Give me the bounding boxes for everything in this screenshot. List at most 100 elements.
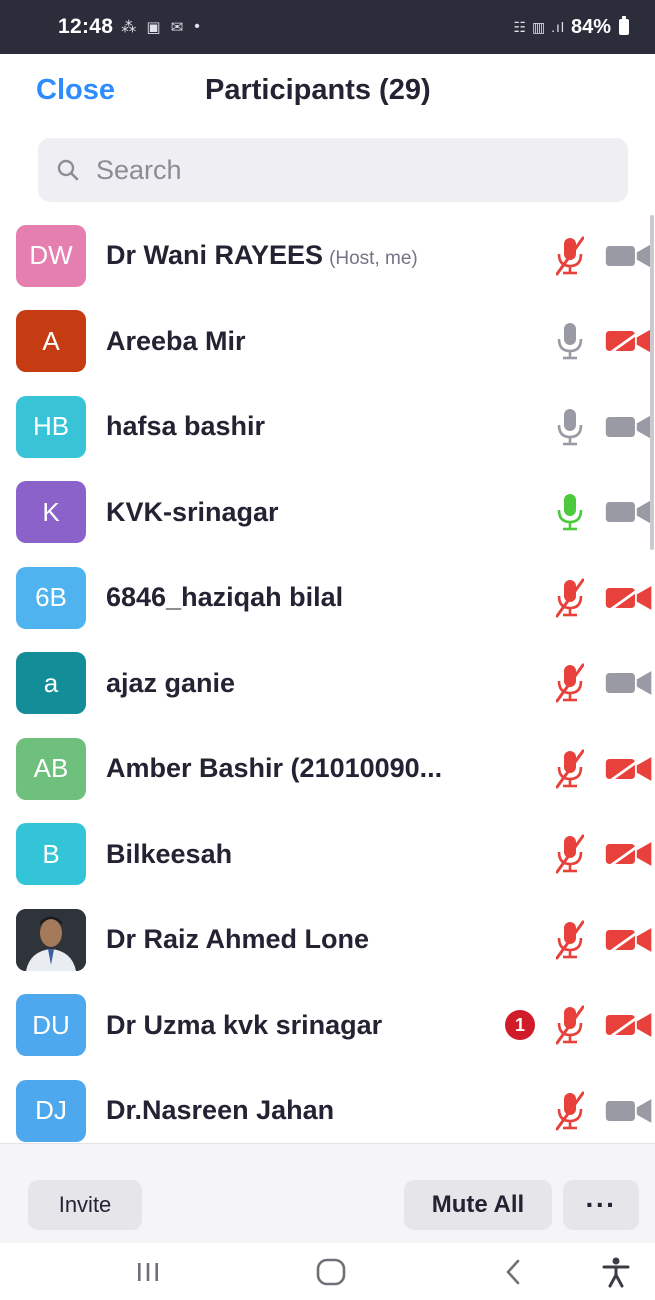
avatar: DW: [16, 224, 86, 287]
participant-row[interactable]: A Areeba Mir: [0, 299, 655, 385]
video-icon[interactable]: [604, 663, 655, 703]
participant-name-text: ajaz ganie: [106, 667, 236, 698]
status-right: ☷ ▥ .ıl 84%: [514, 16, 629, 39]
participant-name-text: Dr Wani RAYEES: [106, 240, 324, 271]
avatar-initials: B: [42, 838, 60, 869]
search-icon: [57, 159, 79, 181]
mic-muted-icon[interactable]: [548, 832, 592, 876]
status-bar: 12:48 ⁂ ▣ ✉ • ☷ ▥ .ıl 84%: [0, 0, 655, 54]
notification-dot: •: [194, 18, 200, 35]
participant-list[interactable]: DW Dr Wani RAYEES (Host, me) A Areeba Mir HB h…: [0, 213, 655, 1143]
participant-name: 6846_haziqah bilal: [106, 582, 343, 613]
video-icon[interactable]: [604, 236, 655, 276]
participant-row[interactable]: B Bilkeesah: [0, 812, 655, 898]
participant-row[interactable]: HB hafsa bashir: [0, 384, 655, 470]
participant-row[interactable]: DU Dr Uzma kvk srinagar 1: [0, 983, 655, 1069]
close-button[interactable]: Close: [36, 74, 115, 107]
video-off-icon[interactable]: [604, 834, 655, 874]
avatar: AB: [16, 737, 86, 800]
video-off-icon[interactable]: [604, 578, 655, 618]
participant-name-text: Dr.Nasreen Jahan: [106, 1095, 335, 1126]
notification-icons: ⁂ ▣ ✉: [121, 19, 187, 36]
avatar: B: [16, 823, 86, 886]
header: Close Participants (29): [0, 54, 655, 130]
unread-badge: 1: [505, 1010, 535, 1041]
participant-name-text: Dr Raiz Ahmed Lone: [106, 924, 370, 955]
back-icon[interactable]: [494, 1257, 534, 1287]
avatar-initials: A: [42, 325, 60, 356]
participant-row[interactable]: AB Amber Bashir (21010090...: [0, 726, 655, 812]
mic-muted-icon[interactable]: [548, 1003, 592, 1047]
more-options-button[interactable]: ···: [563, 1180, 639, 1230]
avatar: DJ: [16, 1079, 86, 1142]
participant-name: Dr Wani RAYEES (Host, me): [106, 240, 418, 271]
battery-icon: [619, 16, 629, 35]
participant-name: Areeba Mir: [106, 326, 246, 357]
avatar: HB: [16, 395, 86, 458]
video-icon[interactable]: [604, 492, 655, 532]
avatar-initials: AB: [33, 753, 69, 784]
participant-name-text: Areeba Mir: [106, 325, 246, 356]
avatar-initials: HB: [32, 411, 70, 442]
mic-muted-icon[interactable]: [548, 576, 592, 620]
participant-row[interactable]: 6B 6846_haziqah bilal: [0, 555, 655, 641]
participant-name: Dr.Nasreen Jahan: [106, 1095, 334, 1126]
participant-name: KVK-srinagar: [106, 497, 279, 528]
participant-name-text: 6846_haziqah bilal: [106, 582, 344, 613]
avatar: 6B: [16, 566, 86, 629]
participant-row[interactable]: K KVK-srinagar: [0, 470, 655, 556]
participant-row[interactable]: DW Dr Wani RAYEES (Host, me): [0, 213, 655, 299]
participant-name-text: Amber Bashir (21010090...: [106, 753, 443, 784]
avatar-initials: K: [42, 496, 60, 527]
system-nav-bar: [0, 1243, 655, 1300]
video-icon[interactable]: [604, 1091, 655, 1131]
avatar-initials: DJ: [35, 1095, 67, 1126]
participant-name: hafsa bashir: [106, 411, 265, 442]
search-bar[interactable]: [38, 138, 628, 202]
video-icon[interactable]: [604, 407, 655, 447]
mic-icon[interactable]: [548, 319, 592, 363]
avatar-initials: a: [43, 667, 59, 698]
mic-muted-icon[interactable]: [548, 234, 592, 278]
video-off-icon[interactable]: [604, 1005, 655, 1045]
mic-muted-icon[interactable]: [548, 1089, 592, 1133]
mic-icon[interactable]: [548, 490, 592, 534]
accessibility-icon[interactable]: [596, 1257, 636, 1288]
participant-name: Amber Bashir (21010090...: [106, 753, 442, 784]
avatar: a: [16, 652, 86, 715]
participant-name: Dr Raiz Ahmed Lone: [106, 924, 369, 955]
page-title: Participants (29): [205, 74, 431, 106]
video-off-icon[interactable]: [604, 920, 655, 960]
scrollbar[interactable]: [650, 215, 654, 550]
participant-name: ajaz ganie: [106, 668, 235, 699]
mic-muted-icon[interactable]: [548, 747, 592, 791]
battery-percent: 84%: [570, 15, 611, 38]
status-time: 12:48: [58, 15, 114, 38]
recent-apps-icon[interactable]: [128, 1257, 168, 1287]
participant-name-text: Bilkeesah: [106, 838, 233, 869]
participant-role: (Host, me): [329, 248, 418, 270]
video-off-icon[interactable]: [604, 749, 655, 789]
bottom-toolbar: Invite Mute All ···: [0, 1143, 655, 1243]
avatar: K: [16, 481, 86, 544]
avatar-initials: 6B: [35, 582, 67, 613]
avatar-initials: DW: [29, 240, 73, 271]
search-input[interactable]: [96, 154, 576, 186]
avatar: A: [16, 310, 86, 373]
mic-muted-icon[interactable]: [548, 661, 592, 705]
participant-row[interactable]: DJ Dr.Nasreen Jahan: [0, 1068, 655, 1143]
participant-name: Bilkeesah: [106, 839, 232, 870]
participant-name-text: Dr Uzma kvk srinagar: [106, 1009, 383, 1040]
home-icon[interactable]: [311, 1257, 351, 1287]
participant-name-text: KVK-srinagar: [106, 496, 279, 527]
video-off-icon[interactable]: [604, 321, 655, 361]
participant-name-text: hafsa bashir: [106, 411, 266, 442]
avatar: [16, 908, 86, 971]
mic-muted-icon[interactable]: [548, 918, 592, 962]
mic-icon[interactable]: [548, 405, 592, 449]
participant-row[interactable]: Dr Raiz Ahmed Lone: [0, 897, 655, 983]
participant-row[interactable]: a ajaz ganie: [0, 641, 655, 727]
invite-button[interactable]: Invite: [28, 1180, 142, 1230]
mute-all-button[interactable]: Mute All: [404, 1180, 552, 1230]
signal-icon: ☷ ▥ .ıl: [513, 18, 565, 35]
